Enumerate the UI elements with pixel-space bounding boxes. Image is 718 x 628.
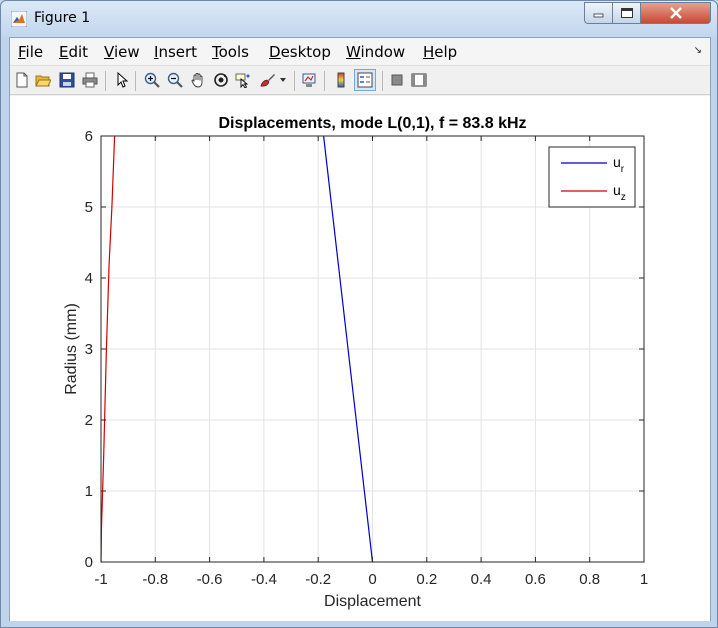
y-tick-label: 2 [85, 412, 93, 429]
window-title: Figure 1 [34, 10, 91, 26]
title-bar[interactable]: Figure 1 [1, 1, 717, 37]
close-icon [669, 7, 682, 19]
open-file-icon [35, 75, 51, 87]
maximize-icon [620, 8, 633, 18]
close-button[interactable] [641, 2, 711, 24]
link-plot-button[interactable] [300, 71, 318, 89]
y-tick-label: 5 [85, 199, 93, 216]
minimize-button[interactable] [584, 2, 613, 24]
toolbar-separator [294, 71, 295, 91]
x-tick-label: -1 [94, 571, 107, 588]
chart-title: Displacements, mode L(0,1), f = 83.8 kHz [218, 115, 526, 132]
menu-desktop[interactable]: Desktop [269, 43, 331, 61]
show-plot-tools-button[interactable] [410, 71, 428, 89]
y-tick-label: 1 [85, 483, 93, 500]
x-tick-label: 0 [368, 571, 376, 588]
rotate-3d-button[interactable] [212, 71, 230, 89]
brush-dropdown-button[interactable] [278, 71, 288, 89]
chevron-down-icon [280, 78, 286, 82]
zoom-in-button[interactable] [143, 71, 161, 89]
figure-canvas[interactable]: -1 -0.8 -0.6 -0.4 -0.2 0 0.2 0.4 0.6 0.8 1 0 1 2 3 4 5 6 D… [10, 96, 710, 621]
x-tick-label: -0.4 [251, 571, 277, 588]
show-plot-tools-icon [411, 73, 427, 87]
data-cursor-button[interactable] [234, 71, 252, 89]
x-tick-label: -0.8 [142, 571, 168, 588]
toolbar-separator [105, 71, 106, 91]
x-tick-label: 1 [640, 571, 648, 588]
legend-button[interactable] [354, 69, 376, 91]
legend-entry-subscript: z [621, 192, 626, 203]
plot-svg[interactable]: -1 -0.8 -0.6 -0.4 -0.2 0 0.2 0.4 0.6 0.8 1 0 1 2 3 4 5 6 D… [10, 96, 710, 621]
menu-bar: File Edit View Insert Tools Desktop Wind… [10, 38, 710, 65]
maximize-button[interactable] [613, 2, 641, 24]
menu-file[interactable]: File [18, 43, 43, 61]
menu-help[interactable]: Help [423, 43, 457, 61]
zoom-out-button[interactable] [166, 71, 184, 89]
legend-entry-name: u [613, 154, 621, 170]
toolbar-separator [135, 71, 136, 91]
select-arrow-button[interactable] [112, 71, 130, 89]
y-tick-label: 4 [85, 270, 93, 287]
pan-hand-icon [191, 73, 203, 88]
x-tick-label: 0.4 [471, 571, 492, 588]
x-tick-label: 0.8 [579, 571, 600, 588]
figure-window: Figure 1 File Edit View Insert Tools Des… [0, 0, 718, 628]
y-tick-label: 3 [85, 341, 93, 358]
menu-tools[interactable]: Tools [212, 43, 249, 61]
x-tick-label: -0.2 [305, 571, 331, 588]
zoom-out-icon [167, 72, 183, 88]
open-file-button[interactable] [34, 71, 52, 89]
print-button[interactable] [81, 71, 99, 89]
x-axis-label: Displacement [324, 593, 421, 610]
x-tick-label: 0.2 [416, 571, 437, 588]
rotate-3d-icon [214, 73, 228, 87]
new-figure-button[interactable] [13, 71, 31, 89]
y-tick-label: 6 [85, 128, 93, 145]
colorbar-button[interactable] [332, 71, 350, 89]
pan-button[interactable] [189, 71, 207, 89]
save-icon [59, 72, 75, 88]
select-arrow-icon [117, 72, 129, 88]
hide-plot-tools-button[interactable] [388, 71, 406, 89]
y-axis-label: Radius (mm) [63, 303, 80, 395]
matlab-app-icon [11, 11, 27, 27]
zoom-in-icon [144, 72, 160, 88]
x-tick-label: -0.6 [197, 571, 223, 588]
menu-view[interactable]: View [104, 43, 140, 61]
minimize-icon [593, 13, 603, 18]
new-figure-icon [16, 72, 28, 88]
menu-edit[interactable]: Edit [59, 43, 88, 61]
legend-entry-name: u [613, 182, 621, 198]
brush-button[interactable] [258, 71, 276, 89]
figure-toolbar [10, 65, 710, 95]
legend-icon [357, 72, 373, 88]
colorbar-icon [337, 72, 345, 88]
link-plot-icon [302, 73, 316, 87]
x-tick-label: 0.6 [525, 571, 546, 588]
toolbar-separator [324, 71, 325, 91]
toolbar-separator [382, 71, 383, 91]
hide-plot-tools-icon [391, 74, 403, 86]
menu-window[interactable]: Window [346, 43, 405, 61]
data-cursor-icon [235, 73, 250, 88]
menu-insert[interactable]: Insert [154, 43, 197, 61]
y-tick-label: 0 [85, 554, 93, 571]
print-icon [82, 72, 98, 88]
menu-overflow-icon[interactable]: ↘ [694, 45, 702, 56]
save-button[interactable] [58, 71, 76, 89]
brush-icon [260, 74, 275, 87]
figure-client-area: File Edit View Insert Tools Desktop Wind… [9, 37, 711, 621]
